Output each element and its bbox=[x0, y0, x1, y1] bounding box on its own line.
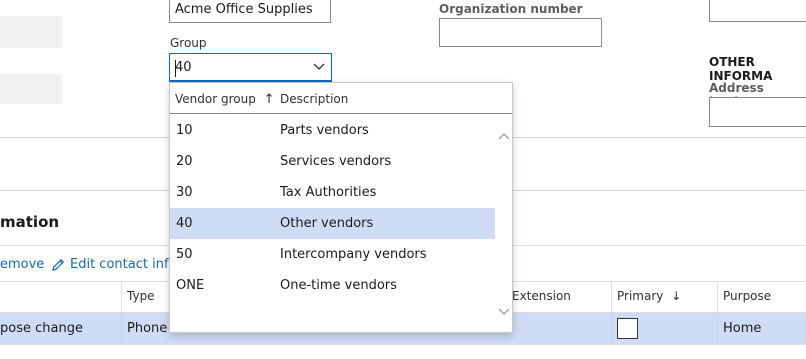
lookup-row[interactable]: 10 Parts vendors bbox=[170, 115, 495, 146]
vendor-group-lookup[interactable]: Vendor group ↑ Description 10 Parts vendo… bbox=[169, 82, 513, 333]
lookup-row-code: ONE bbox=[176, 278, 205, 293]
row-sep-1 bbox=[121, 313, 122, 344]
row-sep-3 bbox=[611, 313, 612, 344]
lookup-row-description: Parts vendors bbox=[280, 123, 369, 138]
sort-descending-icon: ↓ bbox=[671, 289, 682, 303]
lookup-col-description[interactable]: Description bbox=[280, 92, 348, 106]
vendor-name-field[interactable]: Acme Office Supplies bbox=[169, 0, 331, 23]
primary-checkbox[interactable] bbox=[617, 318, 638, 339]
pencil-icon bbox=[52, 258, 65, 271]
edit-contact-info-label: Edit contact info bbox=[70, 257, 177, 272]
lookup-row[interactable]: 50 Intercompany vendors bbox=[170, 239, 495, 270]
lookup-row-code: 50 bbox=[176, 247, 193, 262]
lookup-row[interactable]: 30 Tax Authorities bbox=[170, 177, 495, 208]
contact-section-heading[interactable]: mation bbox=[0, 213, 59, 231]
lookup-row[interactable]: ONE One-time vendors bbox=[170, 270, 495, 301]
group-label: Group bbox=[170, 36, 207, 50]
lookup-row-description: Tax Authorities bbox=[280, 185, 377, 200]
sort-ascending-icon: ↑ bbox=[263, 92, 275, 107]
grid-col-primary[interactable]: Primary ↓ bbox=[617, 281, 681, 312]
lookup-row-code: 40 bbox=[176, 216, 193, 231]
text-caret bbox=[175, 60, 176, 77]
grid-row-bottom bbox=[0, 344, 806, 345]
right-top-field[interactable] bbox=[709, 0, 806, 22]
page: Acme Office Supplies Group 40 Organizati… bbox=[0, 0, 806, 359]
lookup-row-description: One-time vendors bbox=[280, 278, 397, 293]
lookup-row-description: Services vendors bbox=[280, 154, 392, 169]
lookup-header: Vendor group ↑ Description bbox=[170, 83, 512, 114]
left-placeholder-1 bbox=[0, 16, 62, 48]
other-information-heading: OTHER INFORMA bbox=[709, 55, 773, 83]
group-combobox[interactable]: 40 bbox=[169, 53, 332, 82]
grid-col-type[interactable]: Type bbox=[127, 281, 155, 312]
lookup-row-code: 10 bbox=[176, 123, 193, 138]
grid-col-sep-1 bbox=[121, 282, 122, 313]
grid-col-primary-label: Primary bbox=[617, 289, 664, 303]
remove-button[interactable]: emove bbox=[0, 257, 44, 272]
lookup-col-vendor-group-label: Vendor group bbox=[175, 92, 256, 106]
grid-col-sep-4 bbox=[717, 282, 718, 313]
scroll-down-icon[interactable] bbox=[497, 304, 511, 318]
row-description-cell[interactable]: pose change bbox=[0, 313, 83, 344]
lookup-row[interactable]: 20 Services vendors bbox=[170, 146, 495, 177]
left-placeholder-2 bbox=[0, 74, 62, 104]
row-sep-4 bbox=[717, 313, 718, 344]
grid-col-sep-3 bbox=[611, 282, 612, 313]
org-number-field[interactable] bbox=[439, 18, 602, 47]
row-purpose-cell[interactable]: Home bbox=[723, 313, 761, 344]
org-number-label: Organization number bbox=[439, 2, 583, 16]
grid-col-purpose[interactable]: Purpose bbox=[723, 281, 771, 312]
lookup-row-code: 20 bbox=[176, 154, 193, 169]
chevron-down-icon[interactable] bbox=[313, 62, 325, 72]
grid-col-extension[interactable]: Extension bbox=[512, 281, 571, 312]
lookup-row-description: Other vendors bbox=[280, 216, 374, 231]
scroll-up-icon[interactable] bbox=[497, 130, 511, 144]
lookup-col-vendor-group[interactable]: Vendor group ↑ bbox=[175, 92, 275, 107]
lookup-row-code: 30 bbox=[176, 185, 193, 200]
address-books-field[interactable] bbox=[709, 97, 806, 127]
lookup-row[interactable]: 40 Other vendors bbox=[170, 208, 495, 239]
group-combobox-value: 40 bbox=[175, 60, 192, 75]
lookup-row-description: Intercompany vendors bbox=[280, 247, 427, 262]
row-type-cell[interactable]: Phone bbox=[127, 313, 167, 344]
